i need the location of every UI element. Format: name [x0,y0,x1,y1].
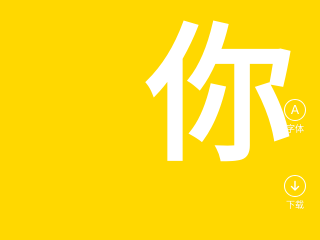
font-button[interactable]: A 字体 [281,99,309,135]
download-button[interactable]: 下载 [281,175,309,211]
font-icon-letter: A [290,103,300,117]
preview-glyph: 你 [146,10,294,182]
download-icon [284,175,306,197]
font-button-label: 字体 [285,125,304,135]
download-arrow-icon [290,180,300,191]
font-preview-screen: 你 A 字体 下载 [0,0,320,240]
font-icon: A [284,99,306,121]
download-button-label: 下载 [285,201,304,211]
